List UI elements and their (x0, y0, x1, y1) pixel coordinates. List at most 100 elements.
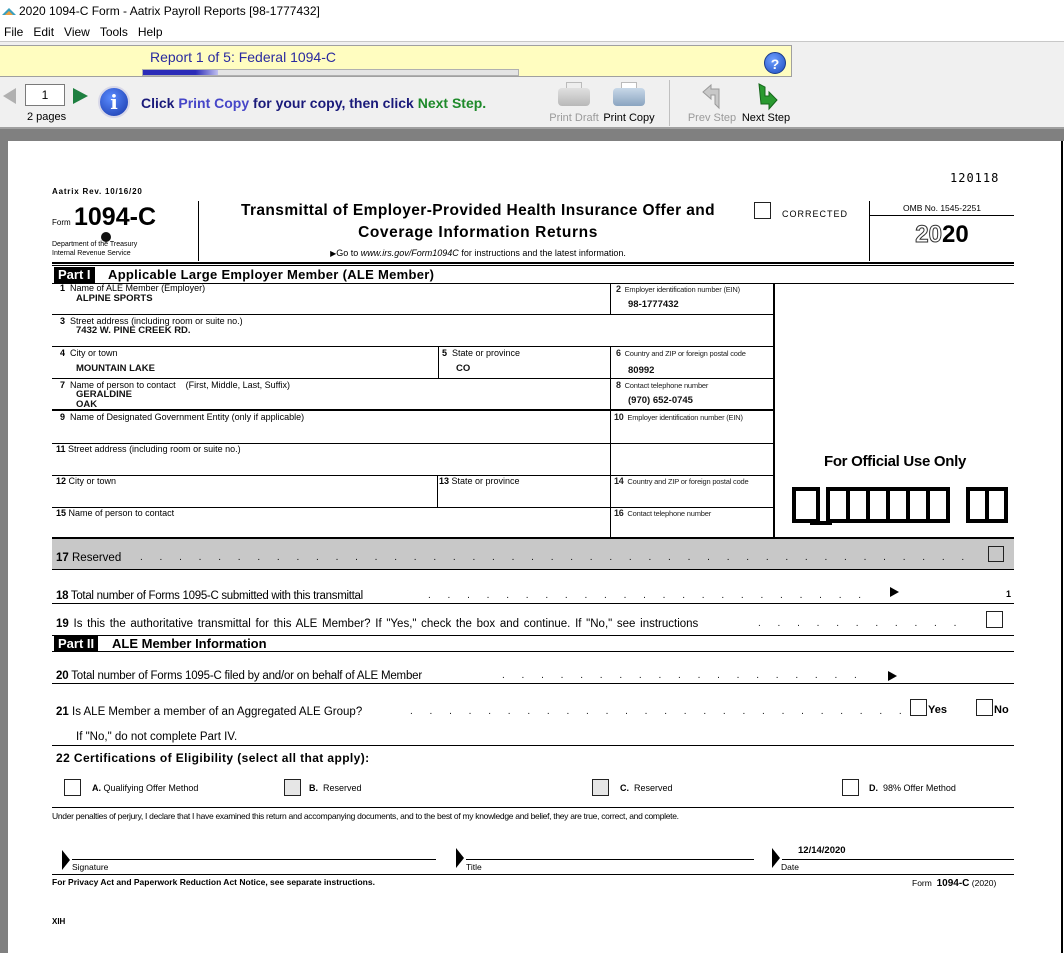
header-rule-2 (52, 265, 1014, 266)
divider (610, 475, 611, 537)
line21-no-label: No (994, 704, 1009, 716)
page-edge (1061, 141, 1063, 953)
print-draft-button[interactable]: Print Draft (548, 82, 600, 124)
line19-authoritative-checkbox[interactable] (986, 611, 1003, 628)
privacy-notice: For Privacy Act and Paperwork Reduction … (52, 877, 375, 887)
bottom-code: XIH (52, 917, 66, 926)
prev-step-arrow-icon (686, 82, 738, 112)
option-a-checkbox[interactable] (64, 779, 81, 796)
title-line[interactable] (466, 859, 754, 860)
toolbar: Report 1 of 5: Federal 1094-C ? 1 2 page… (0, 41, 1064, 129)
field2-label: 2 Employer identification number (EIN) (616, 284, 740, 294)
form-revision: Aatrix Rev. 10/16/20 (52, 187, 143, 196)
prev-step-label: Prev Step (687, 112, 737, 124)
option-c-label: C. Reserved (620, 783, 673, 793)
page-number-input[interactable]: 1 (25, 84, 65, 106)
field4-city[interactable]: MOUNTAIN LAKE (76, 363, 155, 374)
field1-ale-name[interactable]: ALPINE SPORTS (76, 293, 153, 304)
form-page: 120118 Aatrix Rev. 10/16/20 Form 1094-C … (8, 141, 1064, 961)
field8-phone[interactable]: (970) 652-0745 (628, 395, 693, 406)
line18-value[interactable]: 1 (1006, 589, 1011, 599)
previous-page-arrow-icon[interactable] (3, 88, 16, 104)
corrected-checkbox[interactable] (754, 202, 771, 219)
year-bold: 20 (942, 221, 969, 248)
line21-no-checkbox[interactable] (976, 699, 993, 716)
instruction-print-copy: Print Copy (178, 95, 250, 111)
header-divider (198, 201, 199, 261)
next-page-arrow-icon[interactable] (73, 88, 88, 104)
next-step-label: Next Step (741, 112, 791, 124)
row-rule (52, 874, 1014, 875)
signature-arrow-icon (62, 850, 70, 870)
field3-street[interactable]: 7432 W. PINE CREEK RD. (76, 325, 191, 336)
line21-label: 21 Is ALE Member a member of an Aggregat… (56, 706, 363, 718)
field5-label: 5 State or province (442, 348, 521, 358)
line18-arrow-icon (890, 587, 899, 597)
part2-tag: Part II (54, 636, 99, 652)
field15-label: 15 Name of person to contact (56, 508, 175, 518)
leader-dots: . . . . . . . . . . . . . . . . . . . . … (502, 670, 857, 681)
row-rule (52, 683, 1014, 684)
official-use-barcode-icon (792, 487, 1012, 532)
divider (610, 284, 611, 314)
date-line (782, 859, 1014, 860)
next-step-button[interactable]: Next Step (740, 82, 792, 124)
print-draft-label: Print Draft (549, 112, 599, 124)
option-d-label: D. 98% Offer Method (869, 783, 956, 793)
line17-label: 17 Reserved (56, 552, 122, 564)
dept-treasury: Department of the Treasury (52, 241, 138, 248)
option-a-label: A. Qualifying Offer Method (92, 783, 199, 793)
option-c-checkbox (592, 779, 609, 796)
field5-state[interactable]: CO (456, 363, 470, 374)
field16-label: 16 Contact telephone number (614, 508, 711, 518)
field4-label: 4 City or town (60, 348, 118, 358)
line22-label: 22 Certifications of Eligibility (select… (56, 751, 370, 765)
perjury-statement: Under penalties of perjury, I declare th… (52, 811, 679, 821)
line20-label: 20 Total number of Forms 1095-C filed by… (56, 670, 422, 682)
option-d-checkbox[interactable] (842, 779, 859, 796)
date-label: Date (781, 862, 799, 872)
form-title-line2: Coverage Information Returns (358, 224, 598, 241)
signature-line[interactable] (72, 859, 436, 860)
part1-tag: Part I (54, 267, 95, 283)
part2-rule (52, 651, 1014, 652)
field6-zip[interactable]: 80992 (628, 365, 654, 376)
form-goto-line: ▶Go to www.irs.gov/Form1094C for instruc… (208, 248, 748, 258)
field13-label: 13 State or province (439, 476, 520, 486)
printer-icon (602, 82, 656, 112)
menu-edit[interactable]: Edit (29, 25, 60, 39)
report-progress-fill (143, 70, 218, 75)
menu-help[interactable]: Help (134, 25, 169, 39)
option-b-label: B. Reserved (309, 783, 362, 793)
field2-ein[interactable]: 98-1777432 (628, 299, 679, 310)
prev-step-button[interactable]: Prev Step (686, 82, 738, 124)
official-use-label: For Official Use Only (823, 453, 967, 470)
instruction-text: Click Print Copy for your copy, then cli… (141, 95, 486, 111)
part2-title: ALE Member Information (112, 636, 267, 651)
date-value[interactable]: 12/14/2020 (798, 845, 846, 856)
line21-yes-label: Yes (928, 704, 947, 716)
form-number: 1094-C (74, 203, 156, 231)
field9-label: 9 Name of Designated Government Entity (… (60, 412, 305, 422)
row-rule (52, 569, 1014, 570)
instruction-prefix: Click (141, 95, 175, 111)
menu-tools[interactable]: Tools (96, 25, 134, 39)
window-title: 2020 1094-C Form - Aatrix Payroll Report… (19, 4, 320, 18)
row-rule (52, 603, 1014, 604)
field6-label: 6 Country and ZIP or foreign postal code (616, 348, 746, 358)
part1-title: Applicable Large Employer Member (ALE Me… (108, 267, 435, 282)
corrected-label: CORRECTED (782, 209, 849, 219)
row-rule (52, 314, 774, 315)
omb-number: OMB No. 1545-2251 (903, 203, 981, 213)
document-viewer[interactable]: 120118 Aatrix Rev. 10/16/20 Form 1094-C … (0, 129, 1064, 961)
title-arrow-icon (456, 848, 464, 868)
line17-checkbox (988, 546, 1004, 562)
line21-yes-checkbox[interactable] (910, 699, 927, 716)
menu-view[interactable]: View (60, 25, 96, 39)
help-button[interactable]: ? (764, 52, 786, 74)
print-copy-button[interactable]: Print Copy (602, 82, 656, 124)
menu-file[interactable]: File (0, 25, 29, 39)
field14-label: 14 Country and ZIP or foreign postal cod… (614, 476, 749, 486)
form-title-line1: Transmittal of Employer-Provided Health … (240, 202, 716, 219)
row-rule (52, 745, 1014, 746)
